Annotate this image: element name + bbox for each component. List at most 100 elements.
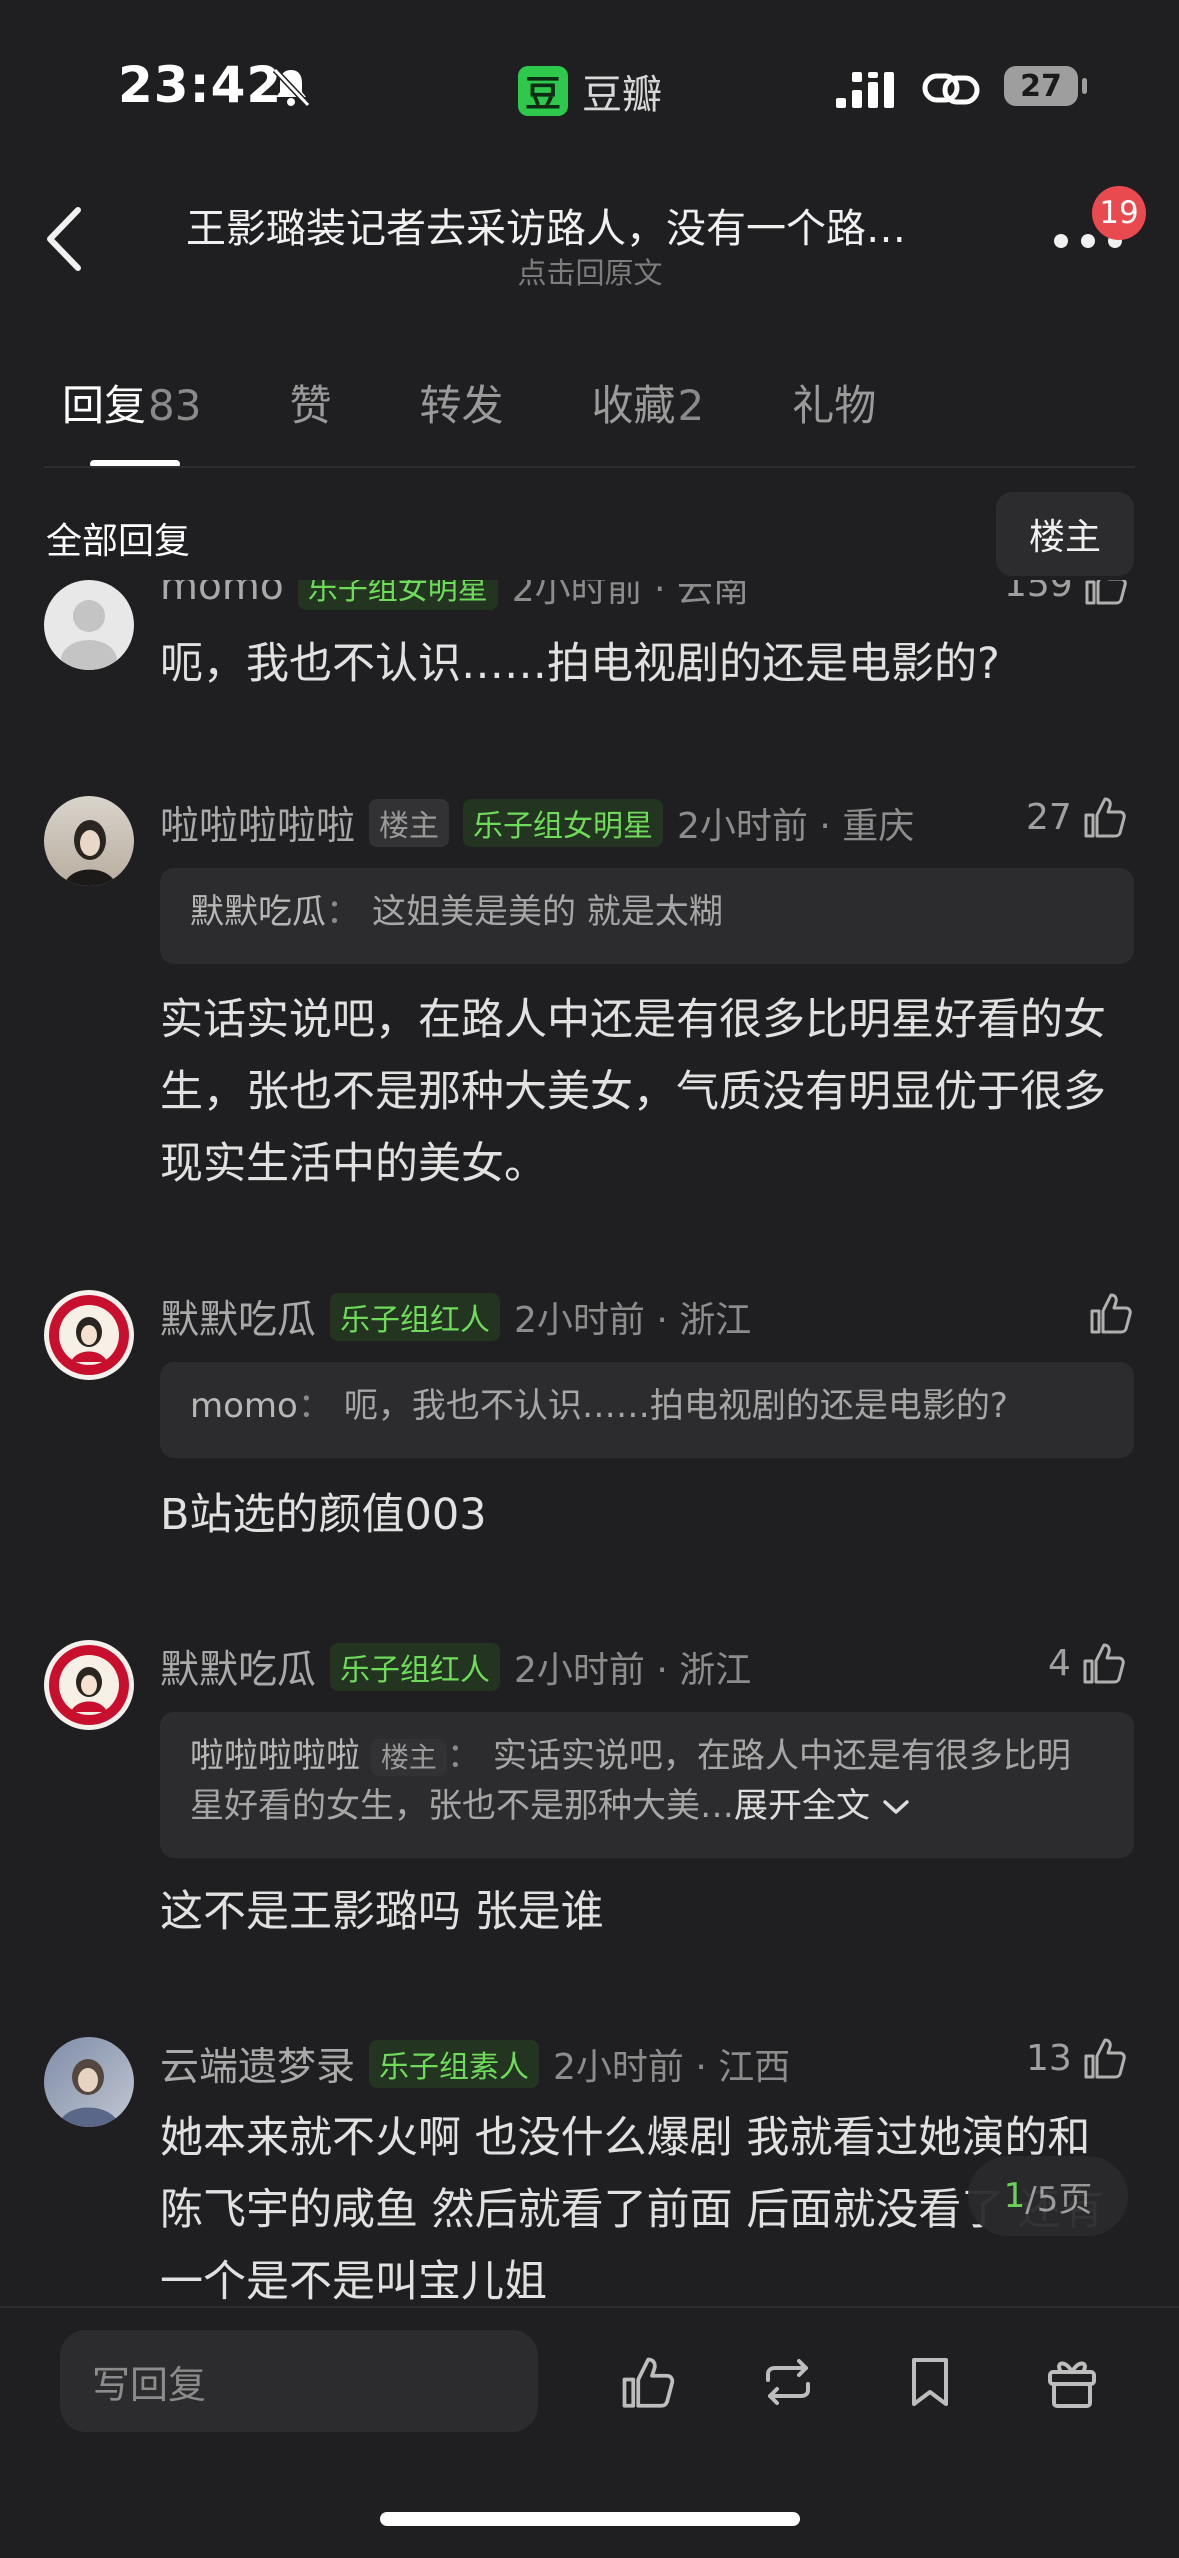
tab-likes[interactable]: 赞 bbox=[289, 372, 331, 433]
tab-gifts[interactable]: 礼物 bbox=[792, 372, 876, 433]
thumbs-up-icon bbox=[1090, 1293, 1132, 1334]
page-title[interactable]: 王影璐装记者去采访路人，没有一个路… bbox=[186, 196, 996, 254]
group-tag: 乐子组女明星 bbox=[463, 799, 664, 847]
douban-logo-icon: 豆 bbox=[518, 66, 568, 116]
expand-full-text-link[interactable]: 展开全文 bbox=[734, 1786, 911, 1826]
time-location: 2小时前 · 江西 bbox=[553, 2047, 791, 2088]
time-location: 2小时前 · 云南 bbox=[511, 580, 749, 610]
user-name[interactable]: momo bbox=[160, 580, 284, 609]
thumbs-up-icon bbox=[1084, 797, 1126, 838]
user-name[interactable]: 啦啦啦啦啦 bbox=[160, 795, 355, 851]
comment-text: 这不是王影璐吗 张是谁 bbox=[160, 1887, 604, 1937]
like-button[interactable]: 13 bbox=[1026, 2034, 1128, 2082]
total-pages: /5页 bbox=[1025, 2179, 1093, 2220]
comment-text: B站选的颜值003 bbox=[160, 1490, 487, 1540]
thumbs-up-icon bbox=[1085, 580, 1127, 605]
time-location: 2小时前 · 浙江 bbox=[514, 1300, 752, 1341]
quoted-text: 呃，我也不认识……拍电视剧的还是电影的? bbox=[343, 1386, 1008, 1426]
bell-muted-icon bbox=[272, 67, 311, 108]
tab-favorites[interactable]: 收藏 2 bbox=[592, 372, 705, 433]
signal-icon bbox=[836, 72, 894, 108]
op-only-button[interactable]: 楼主 bbox=[996, 492, 1134, 576]
like-count: 159 bbox=[1004, 580, 1073, 605]
chevron-down-icon bbox=[883, 1800, 909, 1814]
club-badge-avatar-icon bbox=[49, 1645, 129, 1725]
comment-meta: 啦啦啦啦啦 楼主 乐子组女明星 2小时前 · 重庆 bbox=[160, 795, 914, 851]
quoted-reply[interactable]: momo： 呃，我也不认识……拍电视剧的还是电影的? bbox=[160, 1362, 1134, 1458]
avatar[interactable] bbox=[44, 1290, 134, 1380]
group-tag: 乐子组红人 bbox=[330, 1293, 501, 1341]
avatar[interactable] bbox=[44, 580, 134, 670]
like-button[interactable]: 27 bbox=[1026, 793, 1128, 841]
tab-replies[interactable]: 回复 83 bbox=[62, 372, 201, 433]
app-indicator: 豆 豆瓣 bbox=[518, 62, 662, 120]
thumbs-up-icon bbox=[1083, 1643, 1125, 1684]
back-arrow-icon[interactable] bbox=[44, 206, 84, 272]
quoted-user-name: momo bbox=[190, 1386, 298, 1426]
like-count: 27 bbox=[1026, 796, 1072, 838]
tab-label: 收藏 bbox=[591, 381, 676, 430]
group-tag: 乐子组女明星 bbox=[297, 580, 498, 610]
quote-separator: ： bbox=[297, 1386, 332, 1426]
default-avatar-icon bbox=[61, 600, 117, 670]
back-to-original-link[interactable]: 点击回原文 bbox=[400, 250, 780, 292]
quote-separator: ： bbox=[446, 1736, 481, 1776]
expand-label: 展开全文 bbox=[734, 1786, 870, 1826]
quoted-user-name: 啦啦啦啦啦 bbox=[190, 1736, 360, 1776]
all-replies-filter[interactable]: 全部回复 bbox=[46, 512, 190, 564]
group-tag: 乐子组素人 bbox=[369, 2040, 540, 2088]
link-icon bbox=[922, 73, 980, 105]
user-photo-icon bbox=[64, 820, 116, 886]
avatar[interactable] bbox=[44, 796, 134, 886]
tab-count: 83 bbox=[148, 381, 202, 430]
group-tag: 乐子组红人 bbox=[330, 1643, 501, 1691]
op-tag: 楼主 bbox=[370, 1739, 447, 1776]
page-indicator[interactable]: 1/5页 bbox=[968, 2156, 1128, 2236]
tab-count: 2 bbox=[677, 381, 705, 430]
thumbs-up-icon bbox=[1084, 2038, 1126, 2079]
club-badge-avatar-icon bbox=[49, 1295, 129, 1375]
battery-icon: 27 bbox=[1004, 66, 1078, 106]
bookmark-icon[interactable] bbox=[900, 2352, 960, 2412]
like-button[interactable]: 159 bbox=[1004, 580, 1129, 608]
op-tag: 楼主 bbox=[369, 799, 450, 847]
comment-text: 呃，我也不认识……拍电视剧的还是电影的? bbox=[160, 639, 1000, 689]
quoted-reply[interactable]: 啦啦啦啦啦 楼主：实话实说吧，在路人中还是有很多比明星好看的女生，张也不是那种大… bbox=[160, 1712, 1134, 1858]
tab-label: 转发 bbox=[419, 381, 504, 430]
avatar[interactable] bbox=[44, 1640, 134, 1730]
user-name[interactable]: 云端遗梦录 bbox=[160, 2036, 355, 2092]
tab-reposts[interactable]: 转发 bbox=[419, 372, 503, 433]
battery-tip bbox=[1082, 78, 1087, 94]
status-time: 23:42 bbox=[118, 56, 283, 114]
comment-meta: 默默吃瓜 乐子组红人 2小时前 · 浙江 bbox=[160, 1639, 751, 1695]
app-name: 豆瓣 bbox=[582, 72, 662, 118]
comment-meta: 默默吃瓜 乐子组红人 2小时前 · 浙江 bbox=[160, 1289, 751, 1345]
notification-badge: 19 bbox=[1092, 186, 1146, 240]
tab-label: 赞 bbox=[289, 381, 332, 430]
like-count: 4 bbox=[1048, 1642, 1071, 1684]
time-location: 2小时前 · 重庆 bbox=[677, 806, 915, 847]
like-button[interactable]: 4 bbox=[1048, 1639, 1127, 1687]
gift-icon[interactable] bbox=[1042, 2352, 1102, 2412]
tab-label: 回复 bbox=[62, 381, 147, 430]
like-post-icon[interactable] bbox=[617, 2352, 677, 2412]
home-indicator bbox=[380, 2512, 800, 2526]
like-button[interactable] bbox=[1086, 1289, 1134, 1337]
quote-separator: ： bbox=[326, 892, 360, 932]
quoted-reply[interactable]: 默默吃瓜： 这姐美是美的 就是太糊 bbox=[160, 868, 1134, 964]
comment-text: 实话实说吧，在路人中还是有很多比明星好看的女生，张也不是那种大美女，气质没有明显… bbox=[160, 995, 1106, 1189]
user-name[interactable]: 默默吃瓜 bbox=[160, 1639, 316, 1695]
comment-meta: momo 乐子组女明星 2小时前 · 云南 bbox=[160, 580, 749, 612]
current-page: 1 bbox=[1003, 2176, 1026, 2216]
quoted-text: 这姐美是美的 就是太糊 bbox=[372, 892, 723, 932]
comment-meta: 云端遗梦录 乐子组素人 2小时前 · 江西 bbox=[160, 2036, 790, 2092]
repost-icon[interactable] bbox=[758, 2352, 818, 2412]
user-name[interactable]: 默默吃瓜 bbox=[160, 1289, 316, 1345]
divider bbox=[44, 466, 1135, 468]
like-count: 13 bbox=[1026, 2037, 1072, 2079]
quoted-user-name: 默默吃瓜 bbox=[190, 892, 326, 932]
reply-input[interactable]: 写回复 bbox=[60, 2330, 538, 2432]
tab-label: 礼物 bbox=[792, 381, 877, 430]
time-location: 2小时前 · 浙江 bbox=[514, 1650, 752, 1691]
tab-bar: 回复 83 赞 转发 收藏 2 礼物 bbox=[62, 372, 964, 433]
